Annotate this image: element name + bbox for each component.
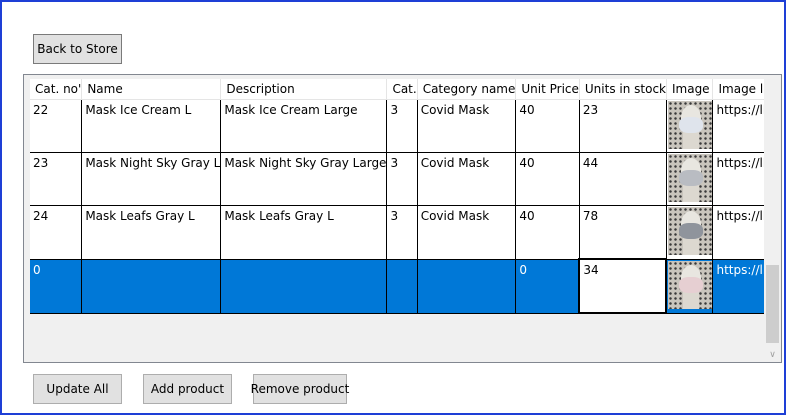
cell-units-in-stock[interactable]: 78 [579, 205, 667, 260]
cell-unit-price[interactable]: 40 [515, 152, 580, 206]
header-row: Cat. no' Name Description Cat. Category … [30, 79, 781, 100]
cell-name[interactable] [81, 259, 222, 314]
table-row-selected[interactable]: 0 0 34 https://lh3.googleusercontent [30, 258, 781, 314]
cell-units-in-stock[interactable]: 44 [579, 152, 667, 206]
cell-cat-no[interactable]: 0 [30, 259, 83, 314]
column-header-image[interactable]: Image [666, 79, 714, 100]
cell-image[interactable] [666, 205, 714, 260]
product-image [668, 260, 712, 309]
column-header-unit-price[interactable]: Unit Price [515, 79, 580, 100]
cell-category-name[interactable] [417, 259, 517, 314]
cell-description[interactable]: Mask Leafs Gray L [220, 205, 388, 260]
cell-cat-no[interactable]: 24 [30, 205, 83, 260]
cell-units-in-stock[interactable]: 23 [579, 99, 667, 153]
cell-cat-no[interactable]: 22 [30, 99, 83, 153]
back-to-store-button[interactable]: Back to Store [33, 34, 122, 64]
column-header-name[interactable]: Name [81, 79, 222, 100]
cell-units-in-stock-editor[interactable]: 34 [578, 258, 668, 314]
cell-image[interactable] [666, 259, 714, 314]
cell-cat[interactable]: 3 [386, 205, 418, 260]
vertical-scrollbar[interactable]: ∨ [764, 75, 781, 362]
cell-description[interactable]: Mask Night Sky Gray Large [220, 152, 388, 206]
cell-cat[interactable]: 3 [386, 152, 418, 206]
cell-description[interactable]: Mask Ice Cream Large [220, 99, 388, 153]
cell-name[interactable]: Mask Ice Cream L [81, 99, 222, 153]
cell-image[interactable] [666, 99, 714, 153]
table-row[interactable]: 24 Mask Leafs Gray L Mask Leafs Gray L 3… [30, 205, 781, 260]
cell-unit-price[interactable]: 0 [515, 259, 580, 314]
add-product-button[interactable]: Add product [143, 374, 232, 404]
product-image [667, 207, 712, 255]
main-window: Back to Store Cat. no' Name Description … [0, 0, 786, 415]
scroll-down-arrow-icon[interactable]: ∨ [764, 350, 781, 360]
cell-category-name[interactable]: Covid Mask [417, 152, 517, 206]
cell-image[interactable] [666, 152, 714, 206]
column-header-cat[interactable]: Cat. [386, 79, 418, 100]
table-row[interactable]: 23 Mask Night Sky Gray L Mask Night Sky … [30, 152, 781, 206]
table-row[interactable]: 22 Mask Ice Cream L Mask Ice Cream Large… [30, 99, 781, 153]
cell-cat-no[interactable]: 23 [30, 152, 83, 206]
products-table: Cat. no' Name Description Cat. Category … [30, 79, 781, 314]
products-data-grid[interactable]: Cat. no' Name Description Cat. Category … [23, 74, 782, 363]
cell-description[interactable] [220, 259, 388, 314]
cell-name[interactable]: Mask Leafs Gray L [81, 205, 222, 260]
cell-cat[interactable]: 3 [386, 99, 418, 153]
cell-name[interactable]: Mask Night Sky Gray L [81, 152, 222, 206]
cell-category-name[interactable]: Covid Mask [417, 205, 517, 260]
product-image [667, 154, 712, 202]
cell-unit-price[interactable]: 40 [515, 205, 580, 260]
cell-category-name[interactable]: Covid Mask [417, 99, 517, 153]
column-header-category-name[interactable]: Category name [417, 79, 517, 100]
cell-unit-price[interactable]: 40 [515, 99, 580, 153]
column-header-cat-no[interactable]: Cat. no' [30, 79, 83, 100]
column-header-units-in-stock[interactable]: Units in stock [579, 79, 667, 100]
remove-product-button[interactable]: Remove product [251, 374, 349, 404]
update-all-button[interactable]: Update All [33, 374, 122, 404]
column-header-description[interactable]: Description [220, 79, 388, 100]
scrollbar-thumb[interactable] [766, 265, 779, 343]
cell-cat[interactable] [386, 259, 418, 314]
product-image [667, 101, 712, 149]
